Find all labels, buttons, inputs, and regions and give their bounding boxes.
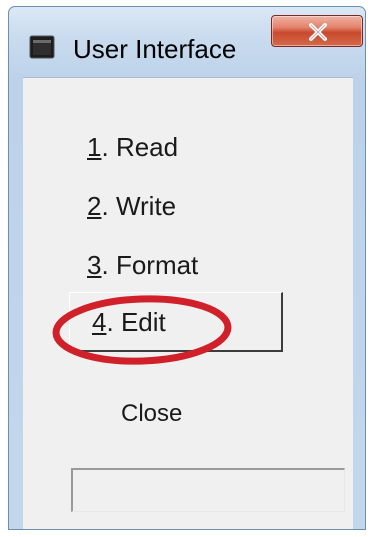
menu-item-read[interactable]: 1. Read	[87, 132, 178, 163]
menu-item-format-label: Format	[115, 250, 199, 280]
dialog-client-area: 1. Read 2. Write 3. Format 4. Edit Close	[23, 77, 353, 529]
menu-item-write-separator: .	[101, 191, 109, 221]
window-title: User Interface	[73, 34, 237, 64]
close-icon	[309, 23, 327, 41]
menu-item-read-number: 1	[87, 132, 102, 162]
menu-item-read-label: Read	[115, 132, 179, 162]
menu-item-format-separator: .	[101, 250, 109, 280]
app-window-icon	[29, 35, 55, 59]
menu-item-edit[interactable]: 4. Edit	[92, 307, 166, 338]
user-interface-window: User Interface 1. Read 2. Write 3. Forma…	[8, 6, 366, 530]
title-bar[interactable]: User Interface	[9, 7, 365, 77]
menu-item-read-separator: .	[101, 132, 109, 162]
menu-item-edit-separator: .	[106, 307, 114, 337]
menu-item-write[interactable]: 2. Write	[87, 191, 176, 222]
window-close-button[interactable]	[271, 15, 363, 47]
menu-item-edit-number: 4	[92, 307, 107, 337]
menu-item-format-number: 3	[87, 250, 102, 280]
menu-item-format[interactable]: 3. Format	[87, 250, 198, 281]
status-field	[71, 468, 345, 512]
menu-item-edit-label: Edit	[120, 307, 166, 337]
menu-item-write-number: 2	[87, 191, 102, 221]
menu-item-write-label: Write	[115, 191, 177, 221]
close-button[interactable]: Close	[121, 400, 182, 428]
edit-button[interactable]: 4. Edit	[69, 292, 283, 352]
